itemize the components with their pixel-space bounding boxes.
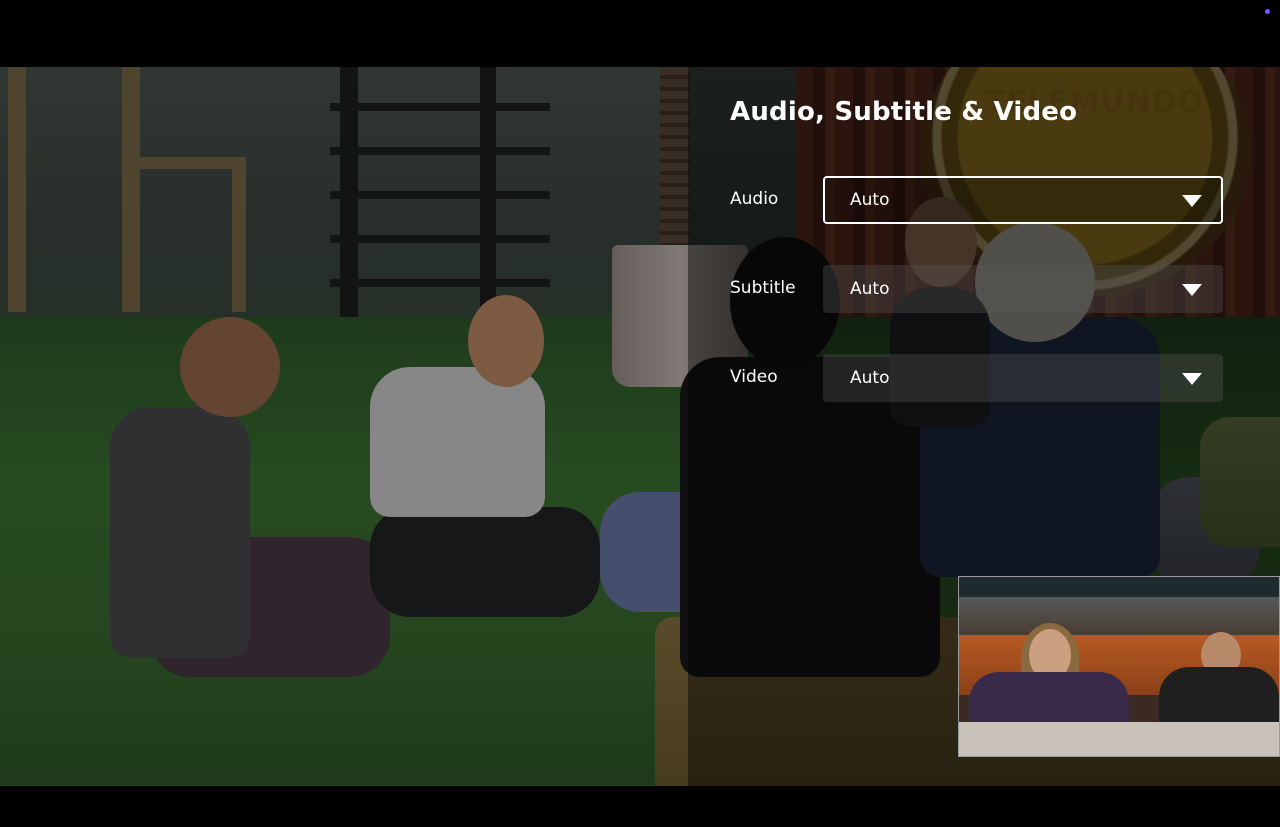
panel-title: Audio, Subtitle & Video: [730, 97, 1078, 127]
audio-setting-row: Audio Auto: [730, 176, 1224, 224]
audio-label: Audio: [730, 189, 779, 209]
chevron-down-icon: [1182, 373, 1202, 385]
picture-in-picture[interactable]: [958, 576, 1280, 757]
pip-scene-table: [959, 722, 1279, 756]
video-player[interactable]: TELEMUNDO Audio, Subtitle & Video Audio …: [0, 67, 1280, 786]
pip-scene-ceiling: [959, 577, 1279, 597]
video-dropdown-value: Auto: [850, 368, 890, 388]
subtitle-setting-row: Subtitle Auto: [730, 265, 1224, 313]
video-setting-row: Video Auto: [730, 354, 1224, 402]
pip-person: [1159, 667, 1279, 727]
audio-dropdown-value: Auto: [850, 190, 890, 210]
subtitle-label: Subtitle: [730, 278, 796, 298]
subtitle-dropdown-value: Auto: [850, 279, 890, 299]
audio-dropdown[interactable]: Auto: [823, 176, 1223, 224]
status-dot-icon: [1265, 9, 1270, 14]
chevron-down-icon: [1182, 195, 1202, 207]
chevron-down-icon: [1182, 284, 1202, 296]
subtitle-dropdown[interactable]: Auto: [823, 265, 1223, 313]
video-dropdown[interactable]: Auto: [823, 354, 1223, 402]
video-label: Video: [730, 367, 778, 387]
tv-screen: TELEMUNDO Audio, Subtitle & Video Audio …: [0, 0, 1280, 827]
